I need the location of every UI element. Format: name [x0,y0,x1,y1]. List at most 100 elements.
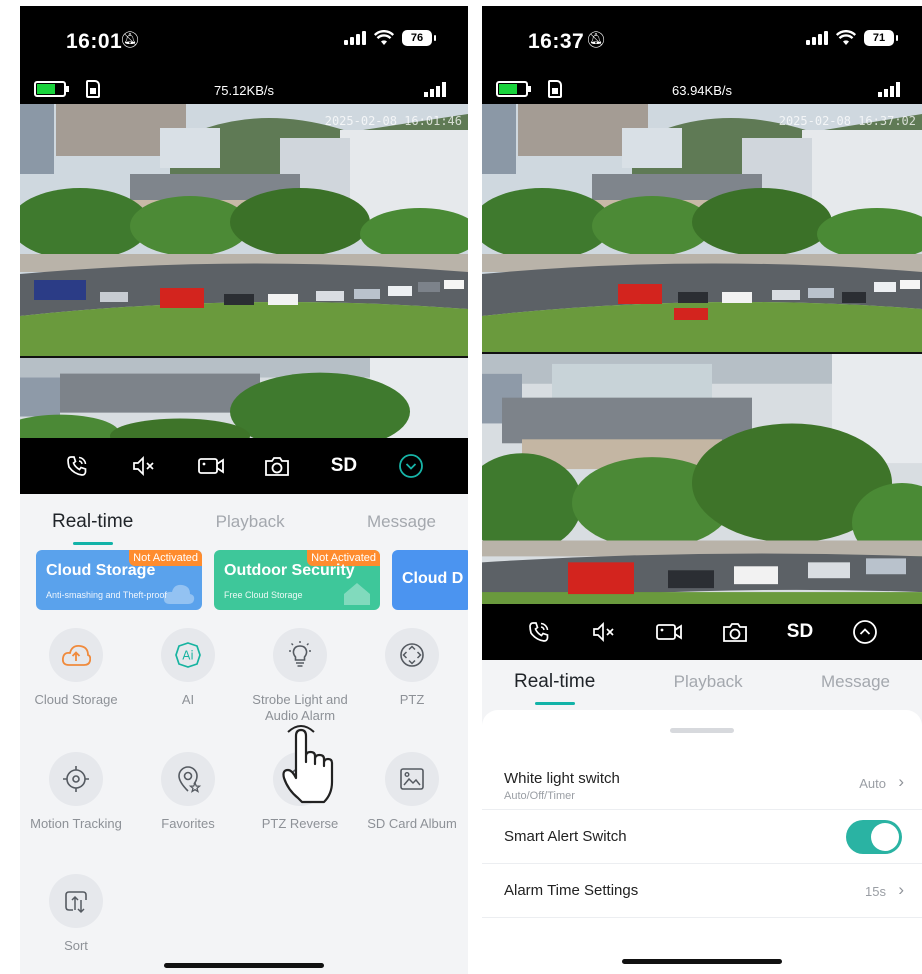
house-decor-icon [344,583,370,605]
feature-cloud-storage[interactable]: Cloud Storage [20,628,132,708]
record-video-icon[interactable] [193,448,229,484]
sort-icon [65,891,87,914]
favorites-icon [178,766,202,793]
light-bulb-icon [289,641,311,667]
home-indicator[interactable] [622,959,782,964]
setting-title: White light switch [504,770,620,787]
tab-real-time[interactable]: Real-time [52,511,133,545]
tab-message[interactable]: Message [821,672,890,692]
setting-title: Alarm Time Settings [504,882,639,899]
feature-sd-card-album[interactable]: SD Card Album [356,752,468,832]
sheet-grabber[interactable] [670,728,734,733]
setting-white-light-switch[interactable]: White light switch Auto/Off/Timer Auto › [482,758,922,810]
mute-bell-icon: 🔕︎ [120,32,141,49]
target-icon [63,766,89,792]
video-feed-secondary[interactable] [20,356,468,438]
quality-label: SD [786,621,814,642]
tab-playback[interactable]: Playback [674,672,743,692]
setting-value: 15s [865,884,886,899]
feature-label: Strobe Light and Audio Alarm [252,692,348,723]
battery-icon: 71 [864,30,898,46]
feature-label: Favorites [161,816,215,831]
video-timestamp: 2025-02-08 16:37:02 [778,114,916,128]
mute-speaker-icon[interactable] [126,448,162,484]
banner-title: Cloud D [402,570,464,587]
cloud-upload-icon [61,644,91,666]
video-control-bar: SD [482,604,922,660]
quality-label: SD [330,455,358,476]
cloud-decor-icon [163,584,195,604]
cell-signal-icon [344,31,366,45]
status-bar: 16:01 🔕︎ 76 [20,6,468,76]
video-timestamp: 2025-02-08 16:01:46 [324,114,462,128]
ptz-icon [400,643,424,667]
mute-bell-icon: 🔕︎ [586,32,607,49]
call-icon[interactable] [59,448,95,484]
smart-alert-toggle[interactable] [846,820,902,854]
tap-hand-icon [282,725,334,804]
setting-subtitle: Auto/Off/Timer [504,790,575,802]
feature-strobe-light-alarm[interactable]: Strobe Light and Audio Alarm [244,628,356,724]
svg-text:Ai: Ai [182,649,194,663]
banner-subtitle: Anti-smashing and Theft-proof [46,590,167,600]
phone-screen-right: 16:37 🔕︎ 71 63.94KB/s 2025-02-08 16:37:0… [482,6,922,974]
tab-real-time[interactable]: Real-time [514,671,595,705]
banner-outdoor-security[interactable]: Not Activated Outdoor Security Free Clou… [214,550,380,610]
mute-speaker-icon[interactable] [586,614,622,650]
battery-icon: 76 [402,30,436,46]
camera-info-bar: 75.12KB/s [20,76,468,104]
tab-playback[interactable]: Playback [216,512,285,532]
stream-speed: 63.94KB/s [672,83,732,98]
home-indicator[interactable] [164,963,324,968]
status-bar: 16:37 🔕︎ 71 [482,6,922,76]
feature-favorites[interactable]: Favorites [132,752,244,832]
banner-cloud-storage[interactable]: Not Activated Cloud Storage Anti-smashin… [36,550,202,610]
feature-label: Cloud Storage [34,692,118,707]
tab-message[interactable]: Message [367,512,436,532]
wifi-icon [836,30,856,46]
video-feed-main[interactable]: 2025-02-08 16:01:46 [20,104,468,356]
setting-alarm-time[interactable]: Alarm Time Settings 15s › [482,864,922,918]
snapshot-camera-icon[interactable] [717,614,753,650]
feature-label: SD Card Album [367,816,457,831]
wifi-icon [374,30,394,46]
feature-label: PTZ Reverse [261,816,339,831]
album-icon [400,768,424,790]
cell-signal-icon [806,31,828,45]
setting-title: Smart Alert Switch [504,828,627,845]
banner-subtitle: Free Cloud Storage [224,590,303,600]
quality-toggle[interactable]: SD [782,614,818,650]
banner-title: Outdoor Security [224,562,355,579]
record-video-icon[interactable] [651,614,687,650]
video-control-bar: SD [20,438,468,494]
main-tabs: Real-time Playback Message [20,496,468,548]
main-tabs: Real-time Playback Message [482,656,922,708]
feature-label: Motion Tracking [30,816,122,831]
chevron-right-icon: › [898,880,904,899]
setting-smart-alert-switch: Smart Alert Switch [482,810,922,864]
banner-cloud-partial[interactable]: Cloud D [392,550,468,610]
feature-ptz[interactable]: PTZ [356,628,468,708]
service-banners: Not Activated Cloud Storage Anti-smashin… [36,550,468,612]
expand-chevron-icon[interactable] [847,614,883,650]
video-feed-main[interactable]: 2025-02-08 16:37:02 [482,104,922,352]
collapse-chevron-icon[interactable] [393,448,429,484]
snapshot-camera-icon[interactable] [259,448,295,484]
feature-ai[interactable]: Ai AI [132,628,244,708]
camera-signal-icon [878,82,900,97]
status-time: 16:01 [66,30,123,53]
call-icon[interactable] [521,614,557,650]
ai-icon: Ai [175,642,201,668]
chevron-right-icon: › [898,772,904,791]
banner-title: Cloud Storage [46,562,156,579]
feature-label: AI [181,692,195,707]
camera-info-bar: 63.94KB/s [482,76,922,104]
setting-value: Auto [859,776,886,791]
quality-toggle[interactable]: SD [326,448,362,484]
camera-signal-icon [424,82,446,97]
video-feed-secondary[interactable] [482,352,922,604]
phone-screen-left: 16:01 🔕︎ 76 75.12KB/s 2025-02-08 16:01:4… [20,6,468,974]
feature-label: Sort [64,938,88,953]
feature-sort[interactable]: Sort [20,874,132,954]
feature-motion-tracking[interactable]: Motion Tracking [20,752,132,832]
